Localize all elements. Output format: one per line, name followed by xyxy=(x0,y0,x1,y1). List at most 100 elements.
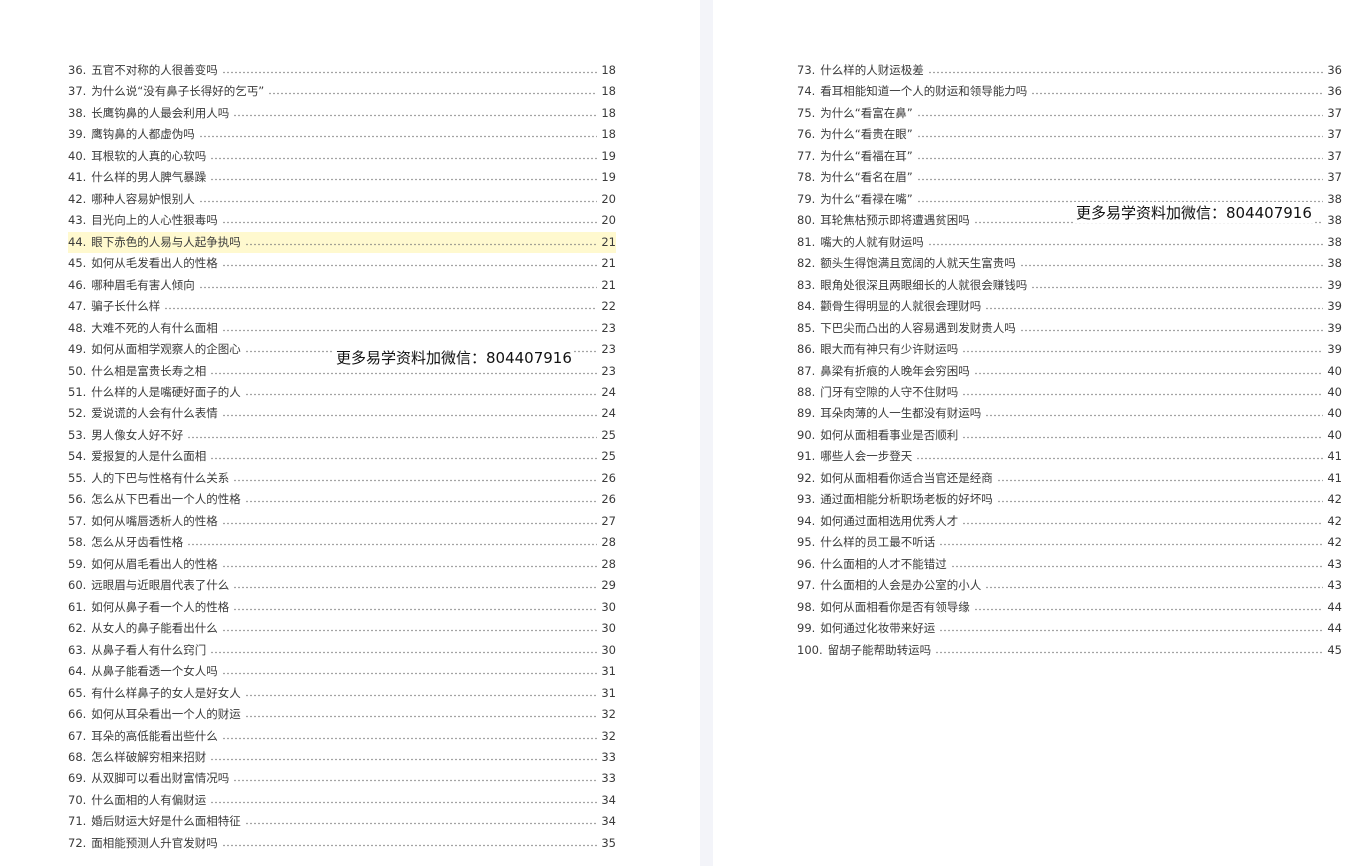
toc-entry[interactable]: 55. 人的下巴与性格有什么关系 26 xyxy=(68,468,616,489)
toc-entry[interactable]: 61. 如何从鼻子看一个人的性格 30 xyxy=(68,597,616,618)
toc-entry[interactable]: 76. 为什么“看贵在眼” 37 xyxy=(797,124,1342,145)
toc-entry[interactable]: 45. 如何从毛发看出人的性格 21 xyxy=(68,253,616,274)
toc-entry[interactable]: 51. 什么样的人是嘴硬好面子的人 24 xyxy=(68,382,616,403)
toc-entry-title: 嘴大的人就有财运吗 xyxy=(820,234,924,249)
toc-entry[interactable]: 100. 留胡子能帮助转运吗 45 xyxy=(797,640,1342,661)
toc-entry[interactable]: 72. 面相能预测人升官发财吗 35 xyxy=(68,833,616,854)
toc-entry[interactable]: 65. 有什么样鼻子的女人是好女人 31 xyxy=(68,683,616,704)
toc-entry[interactable]: 70. 什么面相的人有偏财运 34 xyxy=(68,790,616,811)
toc-entry[interactable]: 67. 耳朵的高低能看出些什么 32 xyxy=(68,726,616,747)
toc-entry[interactable]: 47. 骗子长什么样 22 xyxy=(68,296,616,317)
toc-dot-leader xyxy=(962,434,1324,441)
toc-entry[interactable]: 71. 婚后财运大好是什么面相特征 34 xyxy=(68,811,616,832)
toc-entry-number: 82. xyxy=(797,256,816,271)
toc-entry[interactable]: 60. 远眼眉与近眼眉代表了什么 29 xyxy=(68,575,616,596)
toc-entry[interactable]: 44. 眼下赤色的人易与人起争执吗 21 xyxy=(68,231,616,254)
toc-entry-number: 53. xyxy=(68,427,87,442)
toc-entry[interactable]: 46. 哪种眉毛有害人倾向 21 xyxy=(68,275,616,296)
toc-entry[interactable]: 86. 眼大而有神只有少许财运吗 39 xyxy=(797,339,1342,360)
toc-entry-page: 40 xyxy=(1327,385,1342,400)
watermark-right: 更多易学资料加微信：804407916 xyxy=(1074,202,1314,223)
toc-entry-title: 耳朵肉薄的人一生都没有财运吗 xyxy=(820,406,982,421)
toc-entry[interactable]: 56. 怎么从下巴看出一个人的性格 26 xyxy=(68,489,616,510)
toc-entry[interactable]: 87. 鼻梁有折痕的人晚年会穷困吗 40 xyxy=(797,361,1342,382)
toc-entry[interactable]: 52. 爱说谎的人会有什么表情 24 xyxy=(68,404,616,425)
toc-entry[interactable]: 40. 耳根软的人真的心软吗 19 xyxy=(68,146,616,167)
toc-dot-leader xyxy=(187,541,598,548)
toc-dot-leader xyxy=(210,756,598,763)
toc-entry[interactable]: 93. 通过面相能分析职场老板的好坏吗 42 xyxy=(797,489,1342,510)
toc-entry-page: 31 xyxy=(601,664,616,679)
toc-dot-leader xyxy=(221,627,598,634)
toc-entry[interactable]: 48. 大难不死的人有什么面相 23 xyxy=(68,318,616,339)
toc-entry[interactable]: 99. 如何通过化妆带来好运 44 xyxy=(797,618,1342,639)
toc-entry[interactable]: 42. 哪种人容易妒恨别人 20 xyxy=(68,189,616,210)
toc-entry-page: 28 xyxy=(601,556,616,571)
toc-entry[interactable]: 58. 怎么从牙齿看性格 28 xyxy=(68,532,616,553)
toc-entry[interactable]: 91. 哪些人会一步登天 41 xyxy=(797,446,1342,467)
toc-entry[interactable]: 38. 长鹰钩鼻的人最会利用人吗 18 xyxy=(68,103,616,124)
toc-entry-page: 27 xyxy=(601,513,616,528)
toc-entry-number: 46. xyxy=(68,277,87,292)
toc-entry[interactable]: 39. 鹰钩鼻的人都虚伪吗 18 xyxy=(68,124,616,145)
toc-entry[interactable]: 97. 什么面相的人会是办公室的小人 43 xyxy=(797,575,1342,596)
toc-entry-page: 18 xyxy=(601,62,616,77)
toc-entry-title: 如何从毛发看出人的性格 xyxy=(91,256,218,271)
toc-entry[interactable]: 43. 目光向上的人心性狠毒吗 20 xyxy=(68,210,616,231)
toc-dot-leader xyxy=(198,198,598,205)
toc-entry[interactable]: 84. 颧骨生得明显的人就很会理财吗 39 xyxy=(797,296,1342,317)
toc-dot-leader xyxy=(1031,284,1324,291)
toc-entry[interactable]: 69. 从双脚可以看出财富情况吗 33 xyxy=(68,768,616,789)
toc-entry[interactable]: 96. 什么面相的人才不能错过 43 xyxy=(797,554,1342,575)
toc-entry[interactable]: 57. 如何从嘴唇透析人的性格 27 xyxy=(68,511,616,532)
toc-entry[interactable]: 83. 眼角处很深且两眼细长的人就很会赚钱吗 39 xyxy=(797,275,1342,296)
toc-entry-number: 74. xyxy=(797,84,816,99)
toc-entry[interactable]: 36. 五官不对称的人很善变吗 18 xyxy=(68,60,616,81)
toc-entry[interactable]: 90. 如何从面相看事业是否顺利 40 xyxy=(797,425,1342,446)
toc-entry[interactable]: 64. 从鼻子能看透一个女人吗 31 xyxy=(68,661,616,682)
toc-entry-number: 41. xyxy=(68,170,87,185)
toc-entry-number: 77. xyxy=(797,148,816,163)
toc-entry[interactable]: 68. 怎么样破解穷相来招财 33 xyxy=(68,747,616,768)
toc-entry-number: 78. xyxy=(797,170,816,185)
toc-entry[interactable]: 85. 下巴尖而凸出的人容易遇到发财贵人吗 39 xyxy=(797,318,1342,339)
toc-entry[interactable]: 95. 什么样的员工最不听话 42 xyxy=(797,532,1342,553)
toc-entry-page: 39 xyxy=(1327,277,1342,292)
toc-entry-title: 为什么说“没有鼻子长得好的乞丐” xyxy=(91,84,265,99)
toc-entry[interactable]: 77. 为什么“看福在耳” 37 xyxy=(797,146,1342,167)
toc-entry-page: 42 xyxy=(1327,535,1342,550)
toc-entry[interactable]: 53. 男人像女人好不好 25 xyxy=(68,425,616,446)
toc-entry-number: 73. xyxy=(797,62,816,77)
toc-entry[interactable]: 75. 为什么“看富在鼻” 37 xyxy=(797,103,1342,124)
toc-entry-number: 83. xyxy=(797,277,816,292)
toc-entry[interactable]: 98. 如何从面相看你是否有领导缘 44 xyxy=(797,597,1342,618)
toc-dot-leader xyxy=(1019,262,1324,269)
toc-entry[interactable]: 41. 什么样的男人脾气暴躁 19 xyxy=(68,167,616,188)
toc-entry[interactable]: 62. 从女人的鼻子能看出什么 30 xyxy=(68,618,616,639)
toc-dot-leader xyxy=(221,563,598,570)
toc-entry-page: 37 xyxy=(1327,105,1342,120)
toc-entry[interactable]: 78. 为什么“看名在眉” 37 xyxy=(797,167,1342,188)
toc-entry[interactable]: 94. 如何通过面相选用优秀人才 42 xyxy=(797,511,1342,532)
toc-entry-title: 什么样的人是嘴硬好面子的人 xyxy=(91,385,241,400)
toc-entry-number: 98. xyxy=(797,599,816,614)
toc-entry[interactable]: 88. 门牙有空隙的人守不住财吗 40 xyxy=(797,382,1342,403)
toc-entry[interactable]: 59. 如何从眉毛看出人的性格 28 xyxy=(68,554,616,575)
toc-entry-title: 怎么从牙齿看性格 xyxy=(91,535,184,550)
toc-dot-leader xyxy=(916,133,1324,140)
toc-entry[interactable]: 82. 额头生得饱满且宽阔的人就天生富贵吗 38 xyxy=(797,253,1342,274)
toc-entry-page: 21 xyxy=(601,256,616,271)
toc-entry[interactable]: 89. 耳朵肉薄的人一生都没有财运吗 40 xyxy=(797,404,1342,425)
toc-entry[interactable]: 37. 为什么说“没有鼻子长得好的乞丐” 18 xyxy=(68,81,616,102)
toc-entry[interactable]: 74. 看耳相能知道一个人的财运和领导能力吗 36 xyxy=(797,81,1342,102)
toc-entry-title: 鼻梁有折痕的人晚年会穷困吗 xyxy=(820,363,970,378)
toc-entry[interactable]: 73. 什么样的人财运极差 36 xyxy=(797,60,1342,81)
toc-entry-page: 43 xyxy=(1327,578,1342,593)
toc-dot-leader xyxy=(210,649,598,656)
toc-page-left: 36. 五官不对称的人很善变吗 18 37. 为什么说“没有鼻子长得好的乞丐” 18 38.… xyxy=(0,0,700,866)
toc-entry[interactable]: 81. 嘴大的人就有财运吗 38 xyxy=(797,232,1342,253)
toc-entry[interactable]: 54. 爱报复的人是什么面相 25 xyxy=(68,446,616,467)
toc-entry[interactable]: 66. 如何从耳朵看出一个人的财运 32 xyxy=(68,704,616,725)
toc-entry[interactable]: 92. 如何从面相看你适合当官还是经商 41 xyxy=(797,468,1342,489)
toc-entry[interactable]: 63. 从鼻子看人有什么窍门 30 xyxy=(68,640,616,661)
